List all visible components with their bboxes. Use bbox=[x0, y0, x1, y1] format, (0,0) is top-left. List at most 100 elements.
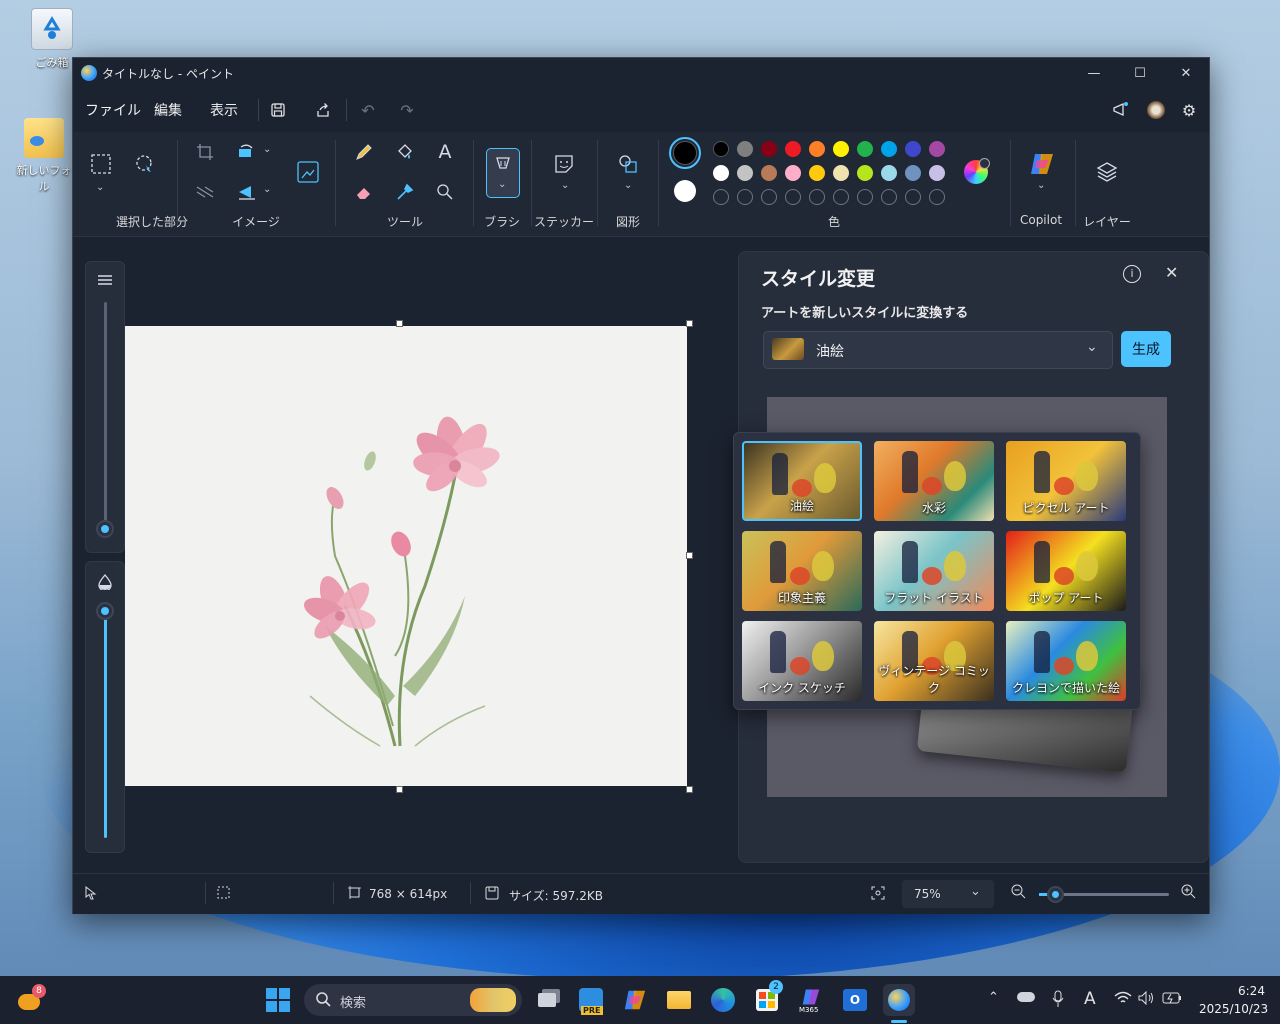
chevron-down-icon[interactable]: ⌄ bbox=[561, 180, 569, 191]
style-tile-impressionism[interactable]: 印象主義 bbox=[742, 531, 862, 611]
color-swatch[interactable] bbox=[929, 165, 945, 181]
color-swatch[interactable] bbox=[809, 141, 825, 157]
custom-color-slot[interactable] bbox=[905, 189, 921, 205]
custom-color-slot[interactable] bbox=[737, 189, 753, 205]
style-tile-crayon-drawing[interactable]: クレヨンで描いた絵 bbox=[1006, 621, 1126, 701]
taskbar-search-box[interactable]: 検索 bbox=[304, 984, 522, 1016]
m365-copilot-icon[interactable]: M365 bbox=[795, 984, 827, 1016]
battery-icon[interactable] bbox=[1162, 992, 1182, 1008]
custom-color-slot[interactable] bbox=[881, 189, 897, 205]
edge-browser-icon[interactable] bbox=[707, 984, 739, 1016]
microphone-icon[interactable] bbox=[1052, 990, 1064, 1012]
shapes-icon[interactable] bbox=[614, 150, 642, 178]
brush-size-slider[interactable] bbox=[85, 261, 125, 553]
color-swatch[interactable] bbox=[713, 165, 729, 181]
canvas-resize-handle[interactable] bbox=[686, 552, 693, 559]
redo-icon[interactable]: ↷ bbox=[395, 98, 419, 122]
custom-color-slot[interactable] bbox=[785, 189, 801, 205]
minimize-button[interactable]: — bbox=[1071, 58, 1117, 88]
announcement-icon[interactable] bbox=[1109, 98, 1133, 122]
color-swatch[interactable] bbox=[905, 165, 921, 181]
color-swatch[interactable] bbox=[737, 141, 753, 157]
menu-edit[interactable]: 編集 bbox=[154, 100, 182, 120]
custom-color-slot[interactable] bbox=[929, 189, 945, 205]
clock-date[interactable]: 2025/10/23 bbox=[1199, 1002, 1268, 1016]
vscode-insiders-icon[interactable]: PRE bbox=[575, 984, 607, 1016]
input-method-icon[interactable]: A bbox=[1084, 989, 1096, 1009]
style-tile-flat-illustration[interactable]: フラット イラスト bbox=[874, 531, 994, 611]
fill-bucket-icon[interactable] bbox=[391, 138, 419, 166]
crop-icon[interactable] bbox=[191, 138, 219, 166]
zoom-out-icon[interactable] bbox=[1011, 884, 1026, 903]
copilot-taskbar-icon[interactable] bbox=[619, 984, 651, 1016]
image-resize-icon[interactable] bbox=[294, 158, 322, 186]
color-swatch[interactable] bbox=[833, 141, 849, 157]
new-folder-desktop-icon[interactable]: 新しいフォル bbox=[14, 118, 74, 194]
undo-icon[interactable]: ↶ bbox=[356, 98, 380, 122]
brush-button[interactable]: ⌄ bbox=[486, 148, 520, 198]
chevron-down-icon[interactable]: ⌄ bbox=[1037, 180, 1045, 191]
share-icon[interactable] bbox=[311, 98, 335, 122]
free-select-icon[interactable] bbox=[131, 150, 159, 178]
pencil-icon[interactable] bbox=[350, 138, 378, 166]
settings-gear-icon[interactable]: ⚙ bbox=[1177, 98, 1201, 122]
slider-thumb[interactable] bbox=[96, 520, 114, 538]
edit-colors-icon[interactable] bbox=[962, 158, 990, 186]
chevron-down-icon[interactable]: ⌄ bbox=[624, 180, 632, 191]
weather-widget-icon[interactable]: 8 bbox=[18, 984, 46, 1012]
zoom-slider-thumb[interactable] bbox=[1047, 886, 1064, 903]
color-swatch[interactable] bbox=[761, 165, 777, 181]
paint-taskbar-icon[interactable] bbox=[883, 984, 915, 1016]
windows-start-icon[interactable] bbox=[266, 988, 290, 1016]
chevron-down-icon[interactable]: ⌄ bbox=[96, 182, 104, 193]
canvas-resize-handle[interactable] bbox=[686, 786, 693, 793]
volume-icon[interactable] bbox=[1138, 990, 1156, 1009]
resize-icon[interactable] bbox=[191, 178, 219, 206]
eraser-icon[interactable] bbox=[350, 178, 378, 206]
info-icon[interactable]: i bbox=[1123, 265, 1141, 283]
opacity-slider[interactable] bbox=[85, 561, 125, 853]
color-picker-icon[interactable] bbox=[391, 178, 419, 206]
color-swatch[interactable] bbox=[713, 141, 729, 157]
secondary-color-swatch[interactable] bbox=[674, 180, 696, 202]
color-swatch[interactable] bbox=[881, 141, 897, 157]
panel-close-icon[interactable]: ✕ bbox=[1165, 263, 1178, 282]
title-bar[interactable]: タイトルなし - ペイント — ☐ ✕ bbox=[73, 58, 1209, 88]
color-swatch[interactable] bbox=[737, 165, 753, 181]
zoom-in-icon[interactable] bbox=[1181, 884, 1196, 902]
sticker-icon[interactable] bbox=[550, 150, 578, 178]
color-swatch[interactable] bbox=[905, 141, 921, 157]
color-swatch[interactable] bbox=[809, 165, 825, 181]
custom-color-slot[interactable] bbox=[761, 189, 777, 205]
close-button[interactable]: ✕ bbox=[1163, 58, 1209, 88]
color-swatch[interactable] bbox=[761, 141, 777, 157]
microsoft-store-icon[interactable]: 2 bbox=[751, 980, 783, 1016]
clock-time[interactable]: 6:24 bbox=[1238, 984, 1265, 998]
file-explorer-icon[interactable] bbox=[663, 984, 695, 1016]
rotate-icon[interactable] bbox=[233, 138, 261, 166]
style-dropdown[interactable]: 油絵 ⌄ bbox=[763, 331, 1113, 369]
color-swatch[interactable] bbox=[881, 165, 897, 181]
wifi-icon[interactable] bbox=[1114, 991, 1132, 1009]
menu-file[interactable]: ファイル bbox=[85, 100, 141, 120]
account-avatar-icon[interactable] bbox=[1144, 98, 1168, 122]
chevron-up-icon[interactable]: ⌃ bbox=[988, 990, 999, 1005]
custom-color-slot[interactable] bbox=[713, 189, 729, 205]
color-swatch[interactable] bbox=[785, 141, 801, 157]
onedrive-icon[interactable] bbox=[1017, 992, 1035, 1002]
custom-color-slot[interactable] bbox=[833, 189, 849, 205]
slider-thumb[interactable] bbox=[96, 602, 114, 620]
chevron-down-icon[interactable]: ⌄ bbox=[263, 144, 271, 155]
color-swatch[interactable] bbox=[785, 165, 801, 181]
style-tile-watercolor[interactable]: 水彩 bbox=[874, 441, 994, 521]
canvas-resize-handle[interactable] bbox=[396, 786, 403, 793]
color-swatch[interactable] bbox=[857, 165, 873, 181]
chevron-down-icon[interactable]: ⌄ bbox=[263, 184, 271, 195]
style-tile-oil-painting[interactable]: 油絵 bbox=[742, 441, 862, 521]
style-tile-pixel-art[interactable]: ピクセル アート bbox=[1006, 441, 1126, 521]
custom-color-slot[interactable] bbox=[809, 189, 825, 205]
drawing-canvas[interactable] bbox=[125, 326, 687, 786]
canvas-resize-handle[interactable] bbox=[686, 320, 693, 327]
copilot-icon[interactable] bbox=[1028, 150, 1056, 178]
rectangle-select-icon[interactable] bbox=[87, 150, 115, 178]
